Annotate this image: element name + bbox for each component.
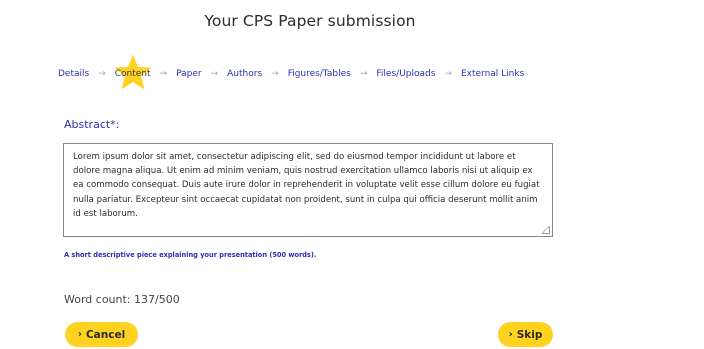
arrow-right-icon: →: [271, 69, 279, 79]
step-label: Content: [114, 69, 151, 79]
arrow-right-icon: →: [210, 69, 219, 79]
step-label: Figures/Tables: [287, 69, 351, 79]
step-files-uploads[interactable]: Files/Uploads: [376, 69, 435, 79]
chevron-right-icon: ›: [77, 329, 82, 340]
chevron-right-icon: ›: [508, 329, 513, 340]
skip-button[interactable]: › Skip: [498, 322, 553, 347]
skip-button-label: Skip: [516, 328, 543, 341]
step-paper[interactable]: Paper: [176, 69, 202, 79]
step-figures-tables[interactable]: Figures/Tables: [288, 69, 351, 79]
step-label: Paper: [176, 69, 202, 79]
abstract-label: Abstract*:: [64, 118, 120, 131]
step-authors[interactable]: Authors: [227, 69, 262, 79]
step-details[interactable]: Details: [58, 69, 89, 79]
step-label: External Links: [460, 69, 525, 79]
cancel-button-label: Cancel: [85, 328, 126, 341]
arrow-right-icon: →: [159, 69, 168, 79]
abstract-hint: A short descriptive piece explaining you…: [64, 251, 317, 259]
arrow-right-icon: →: [444, 69, 452, 79]
resize-handle-icon[interactable]: [542, 226, 550, 234]
step-external-links[interactable]: External Links: [461, 69, 524, 79]
abstract-field-wrapper: Lorem ipsum dolor sit amet, consectetur …: [63, 143, 553, 237]
cancel-button[interactable]: › Cancel: [65, 322, 138, 347]
arrow-right-icon: →: [359, 69, 368, 79]
progress-steps: Details → Content → Paper → Authors → Fi…: [58, 54, 524, 90]
abstract-textarea[interactable]: Lorem ipsum dolor sit amet, consectetur …: [64, 144, 552, 236]
word-count: Word count: 137/500: [64, 293, 180, 306]
step-label: Details: [58, 69, 90, 79]
step-label: Files/Uploads: [376, 69, 436, 79]
page-title: Your CPS Paper submission: [204, 12, 416, 30]
step-content[interactable]: Content: [114, 54, 152, 90]
arrow-right-icon: →: [98, 69, 106, 79]
step-label: Authors: [227, 69, 263, 79]
